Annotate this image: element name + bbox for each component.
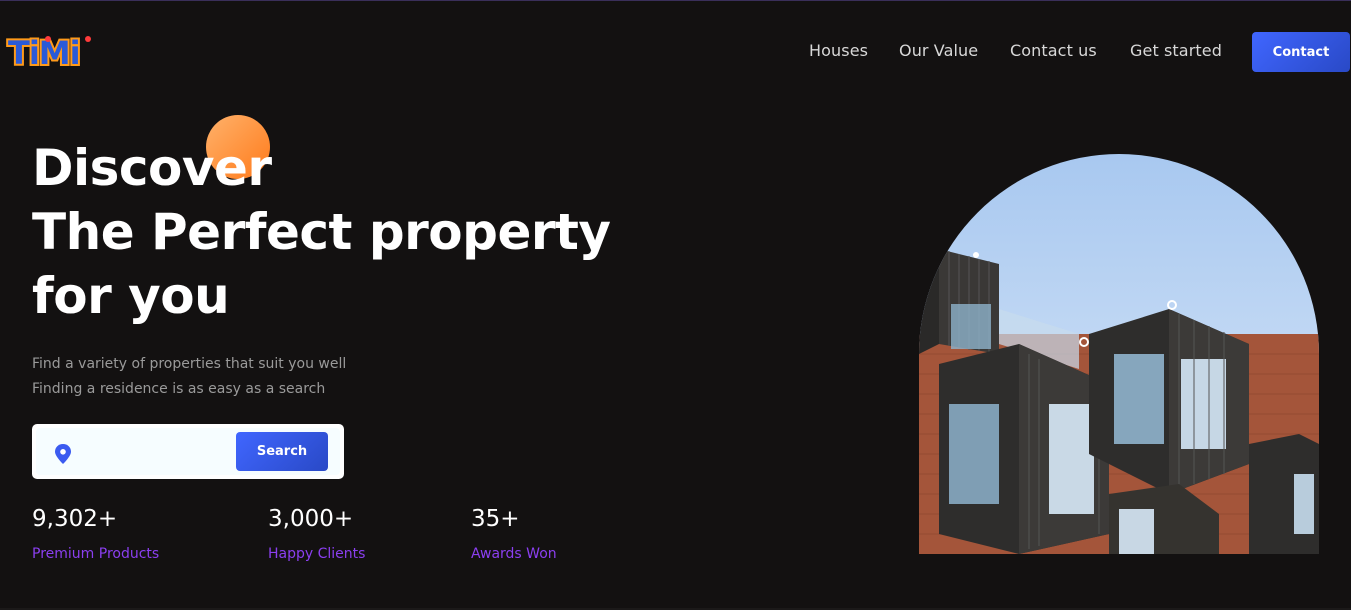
search-input[interactable]	[84, 440, 238, 466]
location-pin-icon	[54, 444, 72, 468]
hero-title-line: for you	[32, 267, 230, 325]
stat-happy-clients: 3,000+ Happy Clients	[268, 506, 365, 562]
stat-awards-won: 35+ Awards Won	[471, 506, 557, 562]
hero-title-line: Discover	[32, 139, 272, 197]
svg-text:TiMi: TiMi	[8, 34, 80, 71]
hero-building-image	[919, 154, 1319, 554]
stat-label: Happy Clients	[268, 546, 366, 562]
stat-value: 35+	[471, 506, 520, 532]
nav-link-houses[interactable]: Houses	[809, 41, 868, 60]
search-button[interactable]: Search	[236, 432, 328, 471]
timi-logo[interactable]: TiMi	[6, 32, 98, 75]
stat-value: 3,000+	[268, 506, 354, 532]
hero-subtitle: Find a variety of properties that suit y…	[32, 352, 346, 402]
contact-button[interactable]: Contact	[1252, 32, 1350, 72]
stat-value: 9,302+	[32, 506, 118, 532]
nav-link-contact-us[interactable]: Contact us	[1010, 41, 1097, 60]
hero-subtitle-line: Find a variety of properties that suit y…	[32, 356, 347, 372]
stat-label: Premium Products	[32, 546, 160, 562]
hero-title-line: The Perfect property	[32, 203, 611, 261]
hero-subtitle-line: Finding a residence is as easy as a sear…	[32, 381, 326, 397]
stat-premium-products: 9,302+ Premium Products	[32, 506, 159, 562]
stat-label: Awards Won	[471, 546, 557, 562]
top-navigation: TiMi Houses Our Value Contact us Get sta…	[0, 1, 1351, 101]
nav-link-get-started[interactable]: Get started	[1130, 41, 1222, 60]
nav-link-our-value[interactable]: Our Value	[899, 41, 978, 60]
hero-title: Discover The Perfect property for you	[32, 136, 611, 328]
